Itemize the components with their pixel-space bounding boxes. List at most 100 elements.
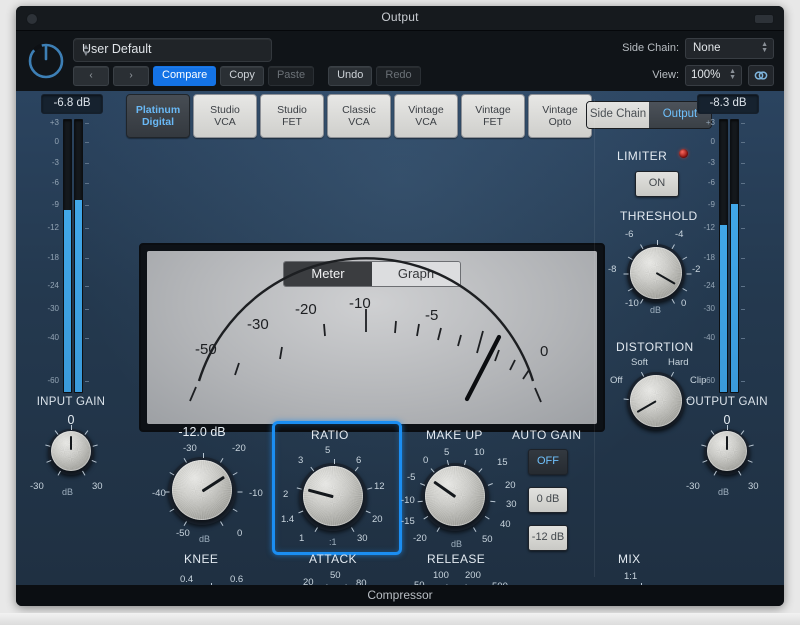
knob-tick (45, 445, 50, 447)
knob-tick (351, 527, 354, 532)
window-resize-icon[interactable] (754, 14, 774, 24)
vu-label--30: -30 (247, 316, 269, 333)
chevron-updown-icon: ▲▼ (729, 69, 736, 81)
input-meter-bar-left (63, 119, 72, 393)
meter-scale-label: -6 (41, 178, 59, 187)
ratio-label-1: 1 (299, 533, 304, 544)
limiter-on-button[interactable]: ON (635, 171, 679, 197)
attack-label-50: 50 (330, 570, 341, 581)
plugin-footer: Compressor (16, 585, 784, 606)
header-toolbar: ‹ › Compare Copy Paste Undo Redo (73, 67, 421, 85)
release-title: RELEASE (427, 552, 485, 566)
threshold-title: THRESHOLD (620, 209, 698, 223)
meter-scale-label: -30 (41, 304, 59, 313)
side-chain-select[interactable]: None ▲▼ (685, 38, 774, 59)
meter-scale-label: 0 (41, 137, 59, 146)
knob-tick (490, 501, 495, 502)
ratio-knob[interactable] (299, 463, 369, 533)
meter-scale-tick (741, 142, 745, 143)
ratio-label-12: 12 (374, 481, 385, 492)
knob-tick (334, 459, 335, 464)
model-tab-studio-vca[interactable]: Studio VCA (193, 94, 257, 138)
threshold-main-label--10: -10 (249, 488, 263, 499)
undo-button[interactable]: Undo (328, 66, 372, 86)
window-title: Output (16, 10, 784, 24)
knob-tick (671, 244, 674, 249)
model-tab-line1: Platinum (136, 104, 180, 116)
knob-tick (71, 425, 72, 430)
input-gain-knob[interactable] (46, 427, 96, 477)
knob-tick (713, 471, 716, 476)
threshold-main-label-0: 0 (237, 528, 242, 539)
knob-tick (220, 458, 223, 463)
output-gain-min-label: -30 (686, 481, 700, 492)
model-tab-vintage-opto[interactable]: Vintage Opto (528, 94, 592, 138)
redo-button[interactable]: Redo (376, 66, 420, 86)
release-label-200: 200 (465, 570, 481, 581)
output-gain-unit: dB (718, 487, 729, 497)
make-up-unit: dB (451, 539, 462, 549)
input-meter-bar-right (74, 119, 83, 393)
make-up-knob[interactable] (421, 463, 491, 533)
threshold-main-label--20: -20 (232, 443, 246, 454)
meter-scale-label: -30 (697, 304, 715, 313)
meter-scale-label: -40 (41, 333, 59, 342)
tab-side-chain[interactable]: Side Chain (587, 102, 649, 128)
model-tab-vintage-vca[interactable]: Vintage VCA (394, 94, 458, 138)
vu-label--5: -5 (425, 307, 438, 324)
view-zoom-select[interactable]: 100% ▲▼ (685, 65, 742, 86)
paste-button[interactable]: Paste (268, 66, 314, 86)
model-tab-line1: Vintage (408, 104, 443, 116)
input-gain-min-label: -30 (30, 481, 44, 492)
knob-tick (747, 460, 752, 463)
meter-scale-label: -9 (41, 200, 59, 209)
side-chain-value: None (693, 42, 721, 54)
threshold-main-label--30: -30 (183, 443, 197, 454)
plugin-name-label: Compressor (16, 588, 784, 602)
make-up-label--20: -20 (413, 533, 427, 544)
knob-tick (671, 299, 674, 304)
auto-gain-0db-button[interactable]: 0 dB (528, 487, 568, 513)
distortion-label-soft: Soft (631, 357, 648, 368)
model-tab-line1: Vintage (542, 104, 577, 116)
knob-tick (670, 372, 673, 377)
next-preset-button[interactable]: › (113, 66, 149, 86)
window-titlebar: Output (16, 6, 784, 31)
compare-button[interactable]: Compare (153, 66, 216, 86)
knob-tick (436, 527, 439, 532)
meter-scale-label: -24 (41, 281, 59, 290)
model-tab-line1: Classic (342, 104, 376, 116)
auto-gain-minus12db-button[interactable]: -12 dB (528, 525, 568, 551)
link-icon[interactable] (748, 65, 774, 86)
input-meter: +30-3-6-9-12-18-24-30-40-60 (41, 115, 101, 393)
knob-tick (92, 445, 97, 447)
knee-title: KNEE (184, 552, 218, 566)
model-tab-classic-vca[interactable]: Classic VCA (327, 94, 391, 138)
meter-scale-tick (85, 142, 89, 143)
model-tab-studio-fet[interactable]: Studio FET (260, 94, 324, 138)
prev-preset-button[interactable]: ‹ (73, 66, 109, 86)
model-tab-platinum-digital[interactable]: Platinum Digital (126, 94, 190, 138)
threshold-main-knob[interactable] (168, 457, 238, 527)
power-icon[interactable] (24, 39, 68, 83)
make-up-label-0: 0 (423, 455, 428, 466)
ratio-label-2: 2 (283, 489, 288, 500)
view-zoom-value: 100% (691, 69, 720, 81)
knob-tick (682, 257, 687, 260)
knob-tick (183, 521, 186, 526)
copy-button[interactable]: Copy (220, 66, 264, 86)
vu-label-0: 0 (540, 343, 548, 360)
knob-tick (354, 467, 358, 472)
ratio-title: RATIO (311, 428, 349, 442)
threshold-knob[interactable] (627, 244, 687, 304)
output-gain-knob[interactable] (702, 427, 752, 477)
meter-scale-tick (85, 338, 89, 339)
model-tab-vintage-fet[interactable]: Vintage FET (461, 94, 525, 138)
limiter-led-icon (679, 149, 688, 158)
threshold-main-label--50: -50 (176, 528, 190, 539)
meter-scale-tick (741, 381, 745, 382)
preset-selector[interactable]: User Default ▲▼ (73, 38, 272, 62)
mix-top-label: 1:1 (624, 571, 637, 582)
auto-gain-off-button[interactable]: OFF (528, 449, 568, 475)
side-chain-label: Side Chain: (622, 42, 679, 54)
